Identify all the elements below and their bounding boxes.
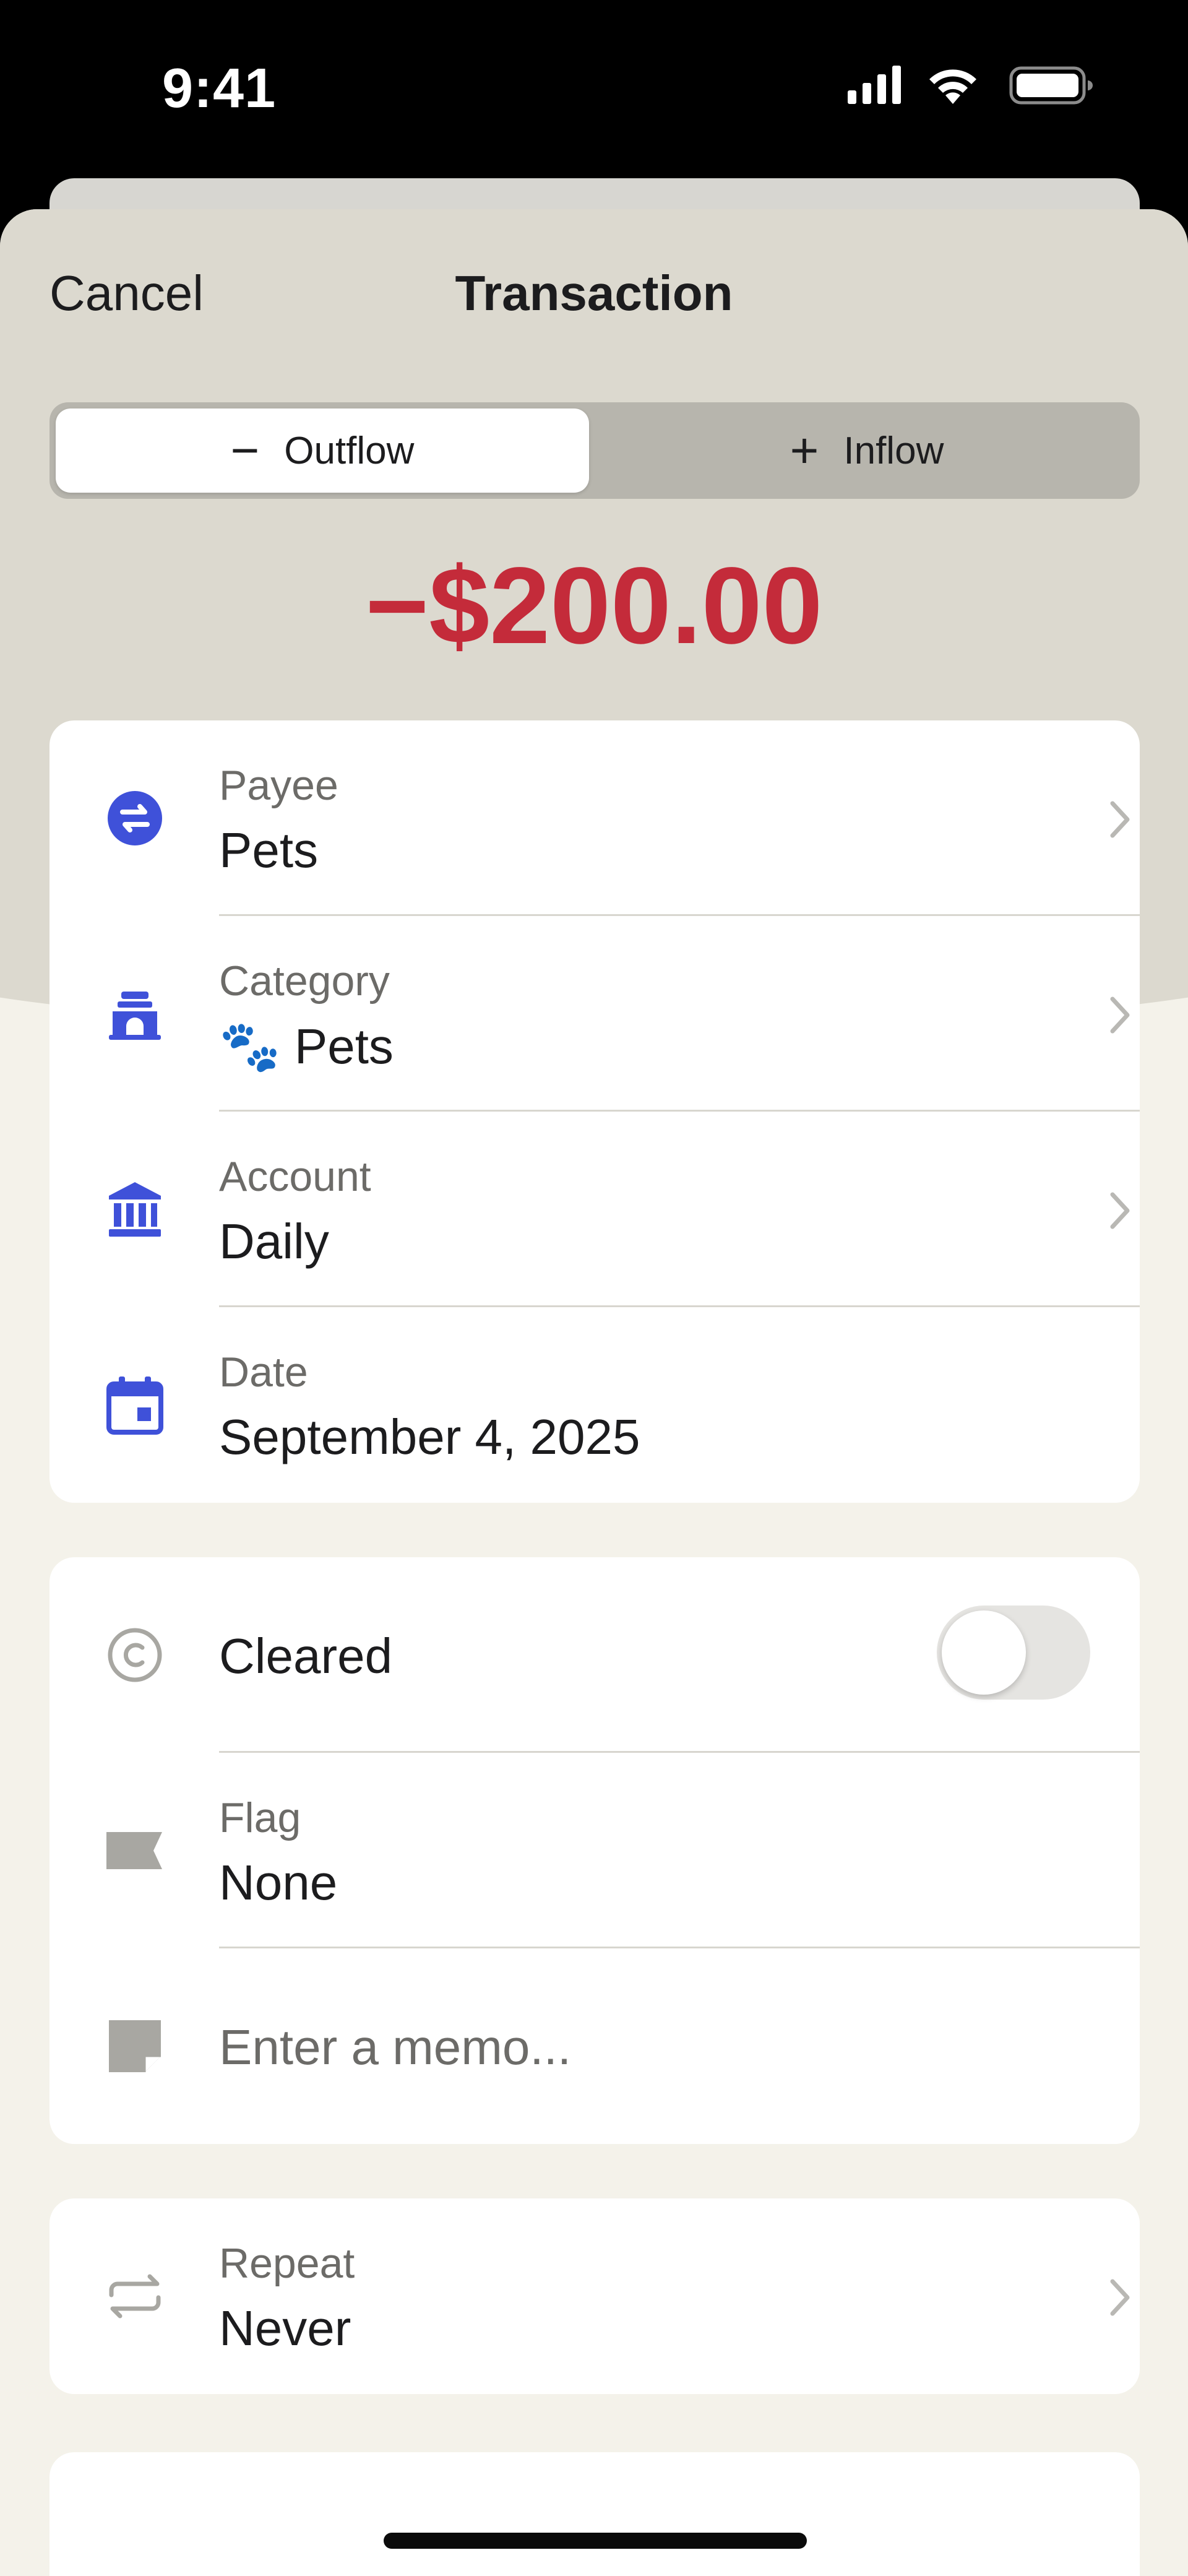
category-value: 🐾 Pets — [219, 1018, 394, 1076]
date-label: Date — [219, 1349, 308, 1396]
category-row[interactable]: Category 🐾 Pets — [50, 916, 1140, 1112]
account-value: Daily — [219, 1214, 329, 1269]
memo-input[interactable]: Enter a memo... — [219, 2019, 571, 2076]
transfer-icon — [104, 787, 166, 849]
pet-bed-icon — [104, 983, 166, 1045]
wifi-icon — [929, 69, 976, 104]
chevron-right-icon — [1108, 995, 1132, 1035]
chevron-right-icon — [1108, 800, 1132, 839]
payee-row[interactable]: Payee Pets — [50, 720, 1140, 916]
page-title: Transaction — [455, 266, 733, 321]
flow-segmented-control: − Outflow + Inflow — [50, 402, 1140, 499]
repeat-row[interactable]: Repeat Never — [50, 2198, 1140, 2394]
details-card: Payee Pets Category 🐾 Pets Account Daily… — [50, 720, 1140, 1503]
payee-label: Payee — [219, 762, 338, 809]
chevron-right-icon — [1108, 2278, 1132, 2317]
repeat-value: Never — [219, 2301, 351, 2356]
status-icons — [848, 62, 1095, 111]
status-bar: 9:41 — [0, 0, 1188, 179]
flag-label: Flag — [219, 1794, 301, 1841]
outflow-segment[interactable]: − Outflow — [56, 408, 589, 493]
plus-icon: + — [790, 423, 819, 478]
category-name: Pets — [294, 1019, 394, 1074]
flag-icon — [104, 1820, 166, 1882]
battery-icon — [1009, 66, 1093, 105]
status-card: Cleared Flag None Enter a memo... — [50, 1557, 1140, 2144]
status-time: 9:41 — [162, 58, 277, 119]
calendar-icon — [104, 1374, 166, 1436]
account-row[interactable]: Account Daily — [50, 1112, 1140, 1307]
minus-icon: − — [230, 423, 260, 478]
cleared-toggle[interactable] — [937, 1606, 1090, 1700]
next-card — [50, 2452, 1140, 2576]
repeat-card: Repeat Never — [50, 2198, 1140, 2394]
inflow-label: Inflow — [843, 429, 944, 472]
nav-bar: Cancel Transaction — [0, 209, 1188, 395]
outflow-label: Outflow — [284, 429, 415, 472]
cleared-icon — [104, 1624, 166, 1686]
cellular-signal-icon — [848, 66, 901, 104]
amount-display[interactable]: −$200.00 — [0, 543, 1188, 668]
cleared-row: Cleared — [50, 1557, 1140, 1753]
note-icon — [104, 2015, 166, 2077]
home-indicator[interactable] — [384, 2533, 807, 2549]
chevron-right-icon — [1108, 1191, 1132, 1230]
toggle-knob — [942, 1610, 1026, 1695]
bank-icon — [104, 1178, 166, 1240]
transaction-sheet: Cancel Transaction − Outflow + Inflow −$… — [0, 209, 1188, 2576]
repeat-icon — [104, 2265, 166, 2327]
cleared-label: Cleared — [219, 1628, 393, 1683]
date-row[interactable]: Date September 4, 2025 — [50, 1307, 1140, 1503]
date-value: September 4, 2025 — [219, 1409, 640, 1464]
category-label: Category — [219, 957, 390, 1005]
category-emoji: 🐾 — [219, 1019, 281, 1074]
repeat-label: Repeat — [219, 2240, 355, 2287]
payee-value: Pets — [219, 823, 319, 878]
memo-row[interactable]: Enter a memo... — [50, 1948, 1140, 2144]
account-label: Account — [219, 1153, 371, 1200]
flag-value: None — [219, 1855, 338, 1910]
flag-row[interactable]: Flag None — [50, 1753, 1140, 1948]
inflow-segment[interactable]: + Inflow — [600, 408, 1134, 493]
